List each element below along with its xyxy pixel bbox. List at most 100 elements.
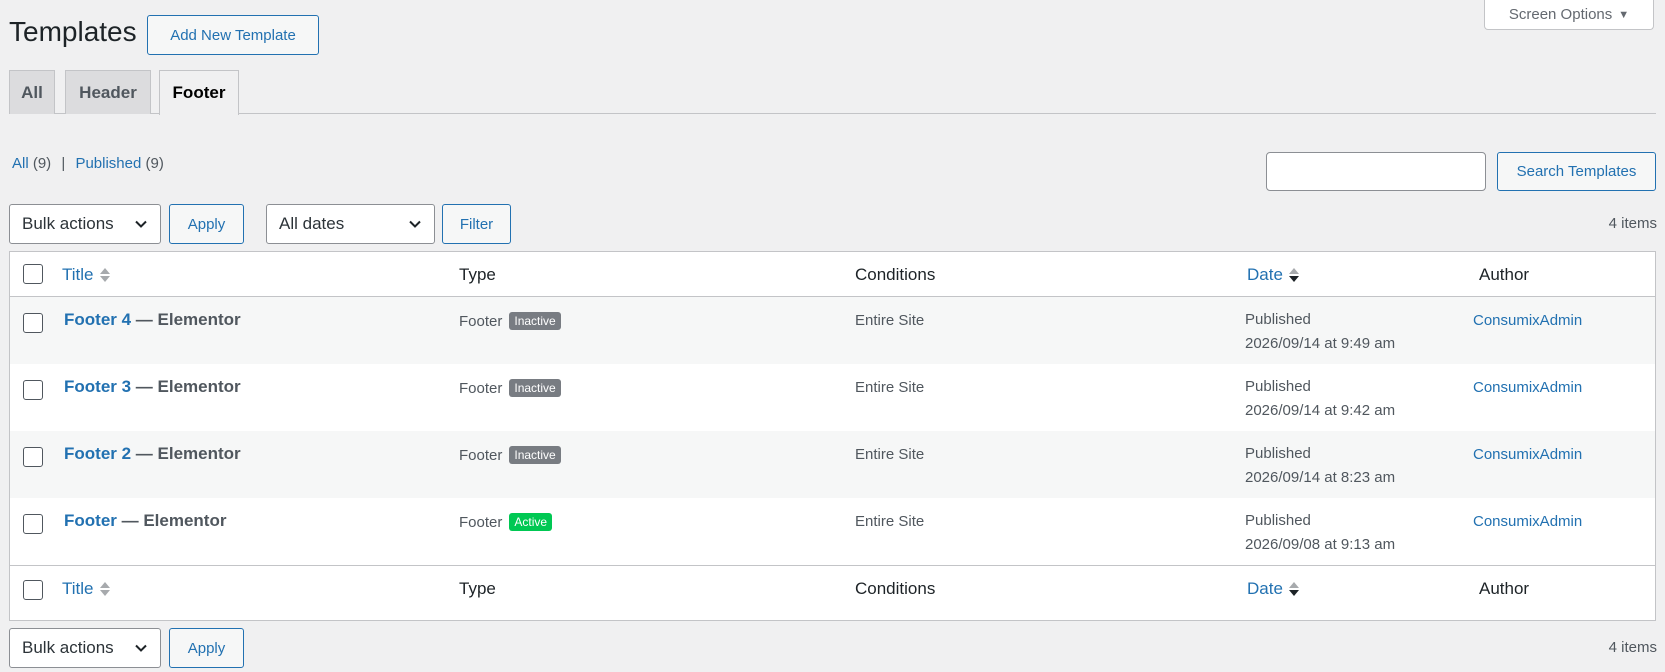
tab-header[interactable]: Header <box>65 70 151 114</box>
column-author: Author <box>1479 265 1530 284</box>
table-row: Footer 4 — Elementor Footer Inactive Ent… <box>10 297 1655 364</box>
status-badge: Active <box>509 513 553 531</box>
row-title: Footer 3 — Elementor <box>64 377 241 397</box>
screen-options-button[interactable]: Screen Options ▼ <box>1484 0 1654 30</box>
search-input[interactable] <box>1266 152 1486 191</box>
items-count-bottom: 4 items <box>1608 639 1657 656</box>
bulk-actions-value: Bulk actions <box>22 214 114 233</box>
status-badge: Inactive <box>509 312 561 330</box>
template-title-link[interactable]: Footer 3 <box>64 377 131 396</box>
column-type: Type <box>459 579 496 598</box>
column-author: Author <box>1479 579 1530 598</box>
table-header-row: Title Type Conditions Date Author <box>10 252 1655 297</box>
bulk-actions-select-bottom[interactable]: Bulk actions <box>9 628 161 668</box>
column-date-sort[interactable]: Date <box>1247 579 1299 599</box>
tab-all[interactable]: All <box>9 70 55 114</box>
date-value: 2026/09/14 at 9:42 am <box>1245 402 1396 419</box>
column-title-sort[interactable]: Title <box>62 265 110 285</box>
type-label: Footer <box>459 446 503 464</box>
chevron-down-icon <box>135 220 147 228</box>
row-checkbox[interactable] <box>23 447 43 467</box>
row-author-link[interactable]: ConsumixAdmin <box>1473 513 1582 530</box>
template-editor-suffix: — Elementor <box>131 444 241 463</box>
row-type: Footer Active <box>459 513 553 531</box>
table-row: Footer 2 — Elementor Footer Inactive Ent… <box>10 431 1655 498</box>
template-editor-suffix: — Elementor <box>131 377 241 396</box>
date-value: 2026/09/08 at 9:13 am <box>1245 536 1396 553</box>
row-date: Published 2026/09/08 at 9:13 am <box>1245 509 1395 557</box>
row-conditions: Entire Site <box>855 446 925 463</box>
row-date: Published 2026/09/14 at 9:49 am <box>1245 308 1395 356</box>
type-label: Footer <box>459 513 503 531</box>
screen-options-label: Screen Options <box>1508 6 1613 23</box>
template-type-tabs: All Header Footer <box>9 70 1656 115</box>
column-type: Type <box>459 265 496 284</box>
apply-button-bottom[interactable]: Apply <box>169 628 244 668</box>
row-type: Footer Inactive <box>459 446 561 464</box>
row-conditions: Entire Site <box>855 312 925 329</box>
template-title-link[interactable]: Footer 4 <box>64 310 131 329</box>
row-conditions: Entire Site <box>855 513 925 530</box>
view-separator: | <box>61 155 66 172</box>
column-title-label: Title <box>62 579 94 598</box>
date-status: Published <box>1245 311 1311 328</box>
bulk-actions-select[interactable]: Bulk actions <box>9 204 161 244</box>
sort-icon <box>99 268 110 282</box>
row-title: Footer — Elementor <box>64 511 226 531</box>
apply-button[interactable]: Apply <box>169 204 244 244</box>
select-all-checkbox[interactable] <box>23 264 43 284</box>
date-status: Published <box>1245 512 1311 529</box>
chevron-down-icon <box>135 644 147 652</box>
search-templates-button[interactable]: Search Templates <box>1497 152 1656 191</box>
dates-value: All dates <box>279 214 345 233</box>
row-checkbox[interactable] <box>23 313 43 333</box>
table-row: Footer — Elementor Footer Active Entire … <box>10 498 1655 565</box>
row-type: Footer Inactive <box>459 379 561 397</box>
sort-icon <box>99 582 110 596</box>
row-type: Footer Inactive <box>459 312 561 330</box>
page-title: Templates <box>9 16 137 47</box>
row-checkbox[interactable] <box>23 514 43 534</box>
row-date: Published 2026/09/14 at 9:42 am <box>1245 375 1395 423</box>
row-author-link[interactable]: ConsumixAdmin <box>1473 312 1582 329</box>
column-conditions: Conditions <box>855 579 936 598</box>
row-title: Footer 4 — Elementor <box>64 310 241 330</box>
column-conditions: Conditions <box>855 265 936 284</box>
column-date-label: Date <box>1247 265 1283 284</box>
table-footer-row: Title Type Conditions Date Author <box>10 565 1655 620</box>
template-title-link[interactable]: Footer <box>64 511 117 530</box>
date-value: 2026/09/14 at 8:23 am <box>1245 469 1396 486</box>
status-badge: Inactive <box>509 379 561 397</box>
items-count: 4 items <box>1608 215 1657 232</box>
select-all-checkbox[interactable] <box>23 580 43 600</box>
date-value: 2026/09/14 at 9:49 am <box>1245 335 1396 352</box>
tab-footer[interactable]: Footer <box>159 70 239 115</box>
row-date: Published 2026/09/14 at 8:23 am <box>1245 442 1395 490</box>
row-author-link[interactable]: ConsumixAdmin <box>1473 379 1582 396</box>
caret-down-icon: ▼ <box>1618 8 1630 21</box>
sort-desc-icon <box>1288 268 1299 282</box>
view-all-link[interactable]: All <box>12 155 29 172</box>
template-editor-suffix: — Elementor <box>131 310 241 329</box>
template-title-link[interactable]: Footer 2 <box>64 444 131 463</box>
date-status: Published <box>1245 378 1311 395</box>
row-conditions: Entire Site <box>855 379 925 396</box>
column-title-sort[interactable]: Title <box>62 579 110 599</box>
view-published-count: (9) <box>145 155 164 172</box>
templates-table: Title Type Conditions Date Author Footer… <box>9 251 1656 621</box>
status-badge: Inactive <box>509 446 561 464</box>
type-label: Footer <box>459 379 503 397</box>
bulk-actions-value: Bulk actions <box>22 638 114 657</box>
column-date-label: Date <box>1247 579 1283 598</box>
row-author-link[interactable]: ConsumixAdmin <box>1473 446 1582 463</box>
view-published-link[interactable]: Published <box>75 155 141 172</box>
column-date-sort[interactable]: Date <box>1247 265 1299 285</box>
filter-button[interactable]: Filter <box>442 204 511 244</box>
status-views: All (9) | Published (9) <box>12 155 164 172</box>
row-checkbox[interactable] <box>23 380 43 400</box>
chevron-down-icon <box>409 220 421 228</box>
add-new-template-button[interactable]: Add New Template <box>147 15 319 55</box>
table-row: Footer 3 — Elementor Footer Inactive Ent… <box>10 364 1655 431</box>
dates-select[interactable]: All dates <box>266 204 435 244</box>
sort-desc-icon <box>1288 582 1299 596</box>
